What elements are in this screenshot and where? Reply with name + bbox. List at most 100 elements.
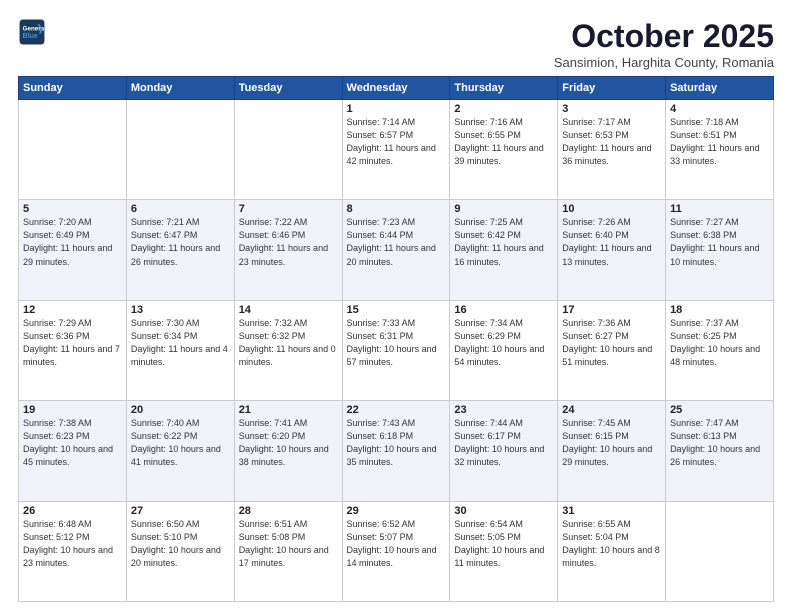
day-info: Sunrise: 7:14 AM Sunset: 6:57 PM Dayligh… xyxy=(347,116,446,168)
calendar-cell xyxy=(126,100,234,200)
calendar-week-row: 26Sunrise: 6:48 AM Sunset: 5:12 PM Dayli… xyxy=(19,501,774,601)
calendar-cell: 26Sunrise: 6:48 AM Sunset: 5:12 PM Dayli… xyxy=(19,501,127,601)
month-title: October 2025 xyxy=(554,18,774,55)
calendar-cell: 27Sunrise: 6:50 AM Sunset: 5:10 PM Dayli… xyxy=(126,501,234,601)
day-info: Sunrise: 7:21 AM Sunset: 6:47 PM Dayligh… xyxy=(131,216,230,268)
day-info: Sunrise: 7:43 AM Sunset: 6:18 PM Dayligh… xyxy=(347,417,446,469)
col-wednesday: Wednesday xyxy=(342,77,450,100)
calendar-cell: 22Sunrise: 7:43 AM Sunset: 6:18 PM Dayli… xyxy=(342,401,450,501)
day-info: Sunrise: 7:38 AM Sunset: 6:23 PM Dayligh… xyxy=(23,417,122,469)
day-number: 23 xyxy=(454,404,553,416)
day-info: Sunrise: 7:25 AM Sunset: 6:42 PM Dayligh… xyxy=(454,216,553,268)
day-info: Sunrise: 6:48 AM Sunset: 5:12 PM Dayligh… xyxy=(23,518,122,570)
day-info: Sunrise: 7:22 AM Sunset: 6:46 PM Dayligh… xyxy=(239,216,338,268)
day-info: Sunrise: 7:20 AM Sunset: 6:49 PM Dayligh… xyxy=(23,216,122,268)
col-sunday: Sunday xyxy=(19,77,127,100)
logo-icon: General Blue xyxy=(18,18,46,46)
day-number: 15 xyxy=(347,304,446,316)
day-number: 25 xyxy=(670,404,769,416)
calendar-header-row: Sunday Monday Tuesday Wednesday Thursday… xyxy=(19,77,774,100)
calendar-cell: 23Sunrise: 7:44 AM Sunset: 6:17 PM Dayli… xyxy=(450,401,558,501)
day-number: 4 xyxy=(670,103,769,115)
day-number: 6 xyxy=(131,203,230,215)
day-info: Sunrise: 6:55 AM Sunset: 5:04 PM Dayligh… xyxy=(562,518,661,570)
calendar-cell: 24Sunrise: 7:45 AM Sunset: 6:15 PM Dayli… xyxy=(558,401,666,501)
day-info: Sunrise: 7:44 AM Sunset: 6:17 PM Dayligh… xyxy=(454,417,553,469)
calendar-cell xyxy=(234,100,342,200)
calendar-cell: 6Sunrise: 7:21 AM Sunset: 6:47 PM Daylig… xyxy=(126,200,234,300)
day-info: Sunrise: 7:17 AM Sunset: 6:53 PM Dayligh… xyxy=(562,116,661,168)
calendar-cell: 9Sunrise: 7:25 AM Sunset: 6:42 PM Daylig… xyxy=(450,200,558,300)
calendar-cell: 14Sunrise: 7:32 AM Sunset: 6:32 PM Dayli… xyxy=(234,300,342,400)
day-number: 5 xyxy=(23,203,122,215)
col-thursday: Thursday xyxy=(450,77,558,100)
calendar-cell: 30Sunrise: 6:54 AM Sunset: 5:05 PM Dayli… xyxy=(450,501,558,601)
day-number: 30 xyxy=(454,505,553,517)
day-number: 17 xyxy=(562,304,661,316)
calendar-cell: 13Sunrise: 7:30 AM Sunset: 6:34 PM Dayli… xyxy=(126,300,234,400)
day-info: Sunrise: 7:36 AM Sunset: 6:27 PM Dayligh… xyxy=(562,317,661,369)
calendar-cell: 2Sunrise: 7:16 AM Sunset: 6:55 PM Daylig… xyxy=(450,100,558,200)
calendar-table: Sunday Monday Tuesday Wednesday Thursday… xyxy=(18,76,774,602)
day-number: 26 xyxy=(23,505,122,517)
calendar-cell: 15Sunrise: 7:33 AM Sunset: 6:31 PM Dayli… xyxy=(342,300,450,400)
svg-text:General: General xyxy=(23,25,46,32)
calendar-cell: 28Sunrise: 6:51 AM Sunset: 5:08 PM Dayli… xyxy=(234,501,342,601)
calendar-cell: 20Sunrise: 7:40 AM Sunset: 6:22 PM Dayli… xyxy=(126,401,234,501)
calendar-week-row: 1Sunrise: 7:14 AM Sunset: 6:57 PM Daylig… xyxy=(19,100,774,200)
day-number: 24 xyxy=(562,404,661,416)
calendar-cell: 18Sunrise: 7:37 AM Sunset: 6:25 PM Dayli… xyxy=(666,300,774,400)
calendar-week-row: 5Sunrise: 7:20 AM Sunset: 6:49 PM Daylig… xyxy=(19,200,774,300)
day-info: Sunrise: 7:26 AM Sunset: 6:40 PM Dayligh… xyxy=(562,216,661,268)
day-number: 2 xyxy=(454,103,553,115)
day-info: Sunrise: 7:23 AM Sunset: 6:44 PM Dayligh… xyxy=(347,216,446,268)
col-monday: Monday xyxy=(126,77,234,100)
calendar-cell: 16Sunrise: 7:34 AM Sunset: 6:29 PM Dayli… xyxy=(450,300,558,400)
day-number: 21 xyxy=(239,404,338,416)
calendar-cell: 10Sunrise: 7:26 AM Sunset: 6:40 PM Dayli… xyxy=(558,200,666,300)
day-number: 31 xyxy=(562,505,661,517)
day-number: 12 xyxy=(23,304,122,316)
svg-text:Blue: Blue xyxy=(23,33,38,40)
calendar-cell: 1Sunrise: 7:14 AM Sunset: 6:57 PM Daylig… xyxy=(342,100,450,200)
day-number: 29 xyxy=(347,505,446,517)
calendar-cell: 11Sunrise: 7:27 AM Sunset: 6:38 PM Dayli… xyxy=(666,200,774,300)
calendar-cell: 17Sunrise: 7:36 AM Sunset: 6:27 PM Dayli… xyxy=(558,300,666,400)
day-number: 14 xyxy=(239,304,338,316)
calendar-cell: 7Sunrise: 7:22 AM Sunset: 6:46 PM Daylig… xyxy=(234,200,342,300)
calendar-cell: 12Sunrise: 7:29 AM Sunset: 6:36 PM Dayli… xyxy=(19,300,127,400)
calendar-cell: 5Sunrise: 7:20 AM Sunset: 6:49 PM Daylig… xyxy=(19,200,127,300)
day-info: Sunrise: 7:29 AM Sunset: 6:36 PM Dayligh… xyxy=(23,317,122,369)
location-subtitle: Sansimion, Harghita County, Romania xyxy=(554,55,774,70)
day-number: 3 xyxy=(562,103,661,115)
calendar-week-row: 12Sunrise: 7:29 AM Sunset: 6:36 PM Dayli… xyxy=(19,300,774,400)
day-info: Sunrise: 7:16 AM Sunset: 6:55 PM Dayligh… xyxy=(454,116,553,168)
day-number: 18 xyxy=(670,304,769,316)
day-info: Sunrise: 7:41 AM Sunset: 6:20 PM Dayligh… xyxy=(239,417,338,469)
day-info: Sunrise: 6:52 AM Sunset: 5:07 PM Dayligh… xyxy=(347,518,446,570)
day-number: 7 xyxy=(239,203,338,215)
col-saturday: Saturday xyxy=(666,77,774,100)
day-info: Sunrise: 7:30 AM Sunset: 6:34 PM Dayligh… xyxy=(131,317,230,369)
day-info: Sunrise: 7:33 AM Sunset: 6:31 PM Dayligh… xyxy=(347,317,446,369)
calendar-cell xyxy=(19,100,127,200)
logo: General Blue xyxy=(18,18,46,46)
calendar-cell: 4Sunrise: 7:18 AM Sunset: 6:51 PM Daylig… xyxy=(666,100,774,200)
day-number: 27 xyxy=(131,505,230,517)
day-info: Sunrise: 7:27 AM Sunset: 6:38 PM Dayligh… xyxy=(670,216,769,268)
title-block: October 2025 Sansimion, Harghita County,… xyxy=(554,18,774,70)
col-friday: Friday xyxy=(558,77,666,100)
day-number: 10 xyxy=(562,203,661,215)
day-number: 22 xyxy=(347,404,446,416)
day-number: 13 xyxy=(131,304,230,316)
header: General Blue October 2025 Sansimion, Har… xyxy=(18,18,774,70)
calendar-cell: 19Sunrise: 7:38 AM Sunset: 6:23 PM Dayli… xyxy=(19,401,127,501)
calendar-cell xyxy=(666,501,774,601)
day-number: 1 xyxy=(347,103,446,115)
day-info: Sunrise: 7:45 AM Sunset: 6:15 PM Dayligh… xyxy=(562,417,661,469)
day-number: 28 xyxy=(239,505,338,517)
day-number: 19 xyxy=(23,404,122,416)
calendar-cell: 25Sunrise: 7:47 AM Sunset: 6:13 PM Dayli… xyxy=(666,401,774,501)
day-info: Sunrise: 6:54 AM Sunset: 5:05 PM Dayligh… xyxy=(454,518,553,570)
day-number: 9 xyxy=(454,203,553,215)
